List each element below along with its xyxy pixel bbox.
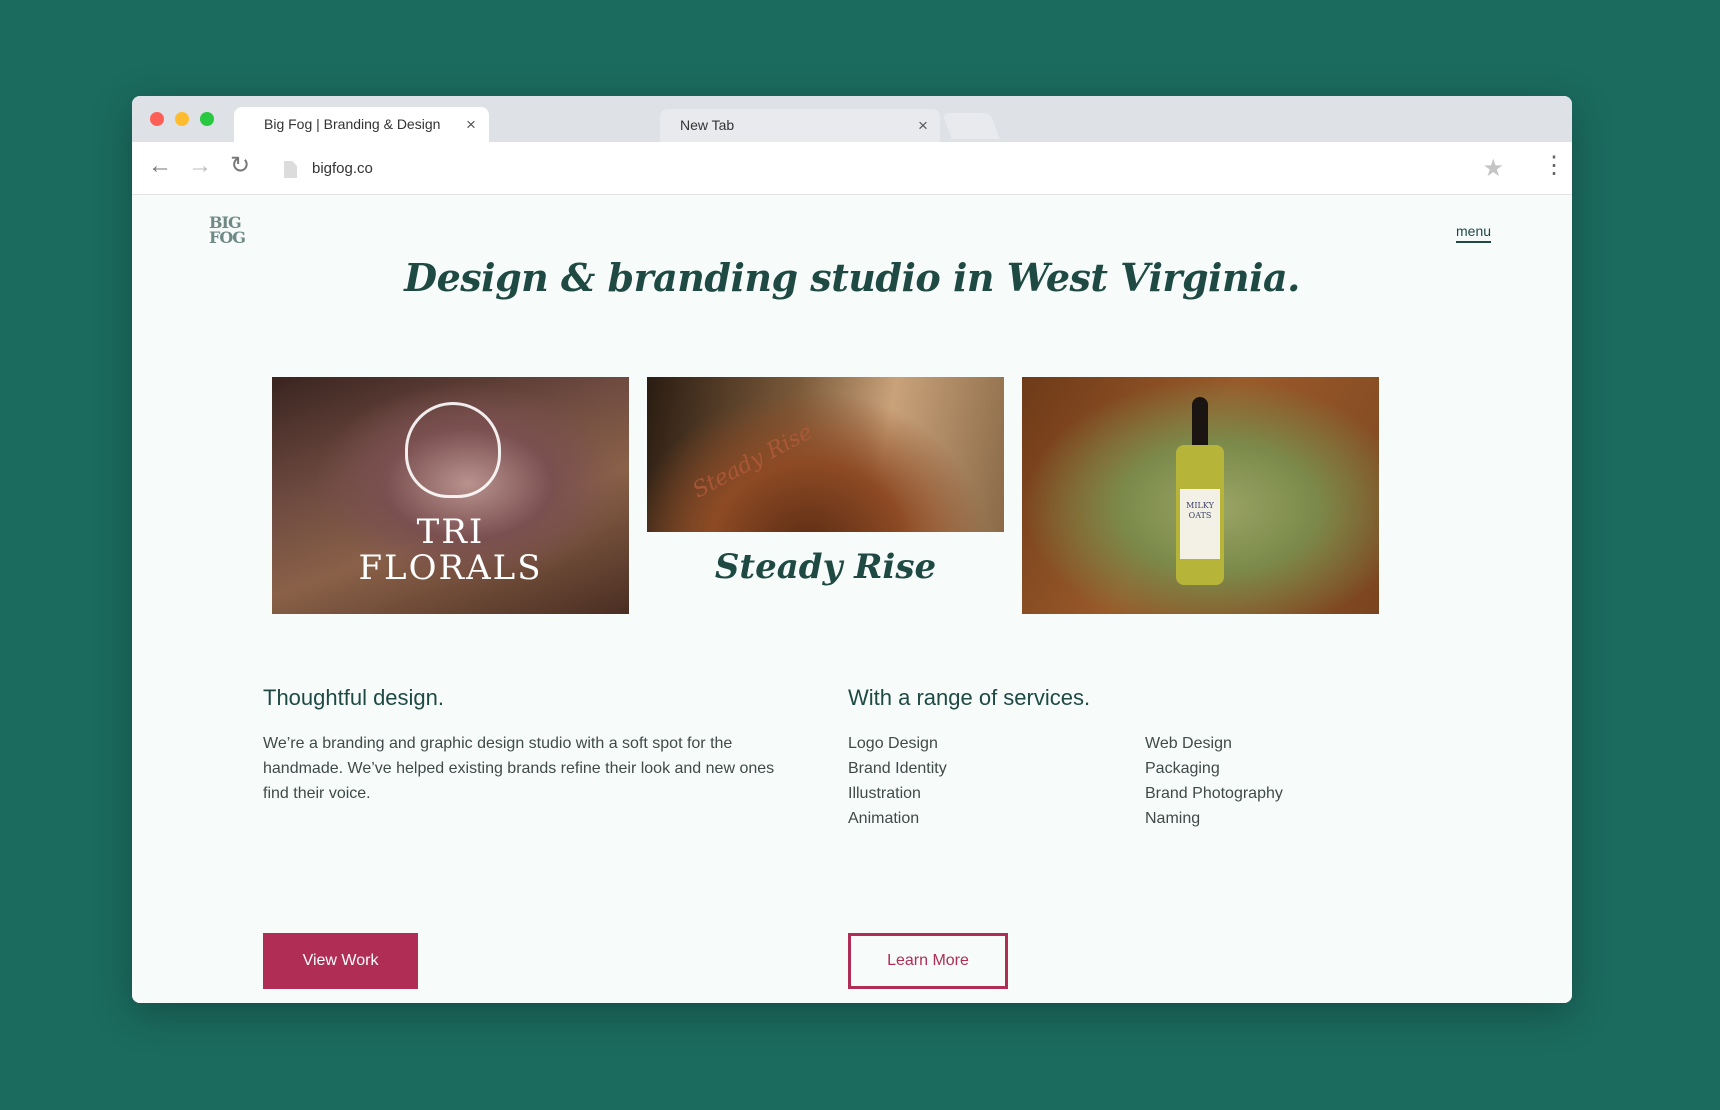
list-item: Illustration bbox=[848, 785, 921, 802]
bottle-label: MILKY OATS bbox=[1180, 489, 1220, 559]
maximize-window-button[interactable] bbox=[200, 112, 214, 126]
browser-toolbar: ← → ↻ bigfog.co ★ ⋮ bbox=[132, 142, 1572, 195]
tab-big-fog[interactable]: Big Fog | Branding & Design Agency × bbox=[234, 107, 489, 167]
menu-link[interactable]: menu bbox=[1456, 223, 1492, 243]
address-bar[interactable]: bigfog.co ★ bbox=[272, 150, 1514, 186]
kebab-menu-icon[interactable]: ⋮ bbox=[1542, 154, 1566, 178]
forward-arrow-icon[interactable]: → bbox=[188, 153, 212, 179]
list-item: Brand Identity bbox=[848, 760, 947, 777]
learn-more-button[interactable]: Learn More bbox=[848, 933, 1008, 989]
url-text: bigfog.co bbox=[312, 160, 373, 177]
project-card-milky-oats[interactable]: MILKY OATS bbox=[1022, 377, 1379, 614]
list-item: Animation bbox=[848, 810, 920, 827]
list-item: Naming bbox=[1145, 810, 1201, 827]
close-tab-icon[interactable]: × bbox=[466, 107, 476, 142]
about-text: We’re a branding and graphic design stud… bbox=[263, 735, 775, 802]
view-work-button[interactable]: View Work bbox=[263, 933, 418, 989]
reload-icon[interactable]: ↻ bbox=[230, 153, 250, 179]
tab-title: New Tab bbox=[680, 117, 735, 133]
list-item: Brand Photography bbox=[1145, 785, 1283, 802]
tab-strip: Big Fog | Branding & Design Agency × New… bbox=[132, 96, 1572, 167]
dropper bbox=[1192, 397, 1208, 447]
minimize-window-button[interactable] bbox=[175, 112, 189, 126]
services-heading: With a range of services. bbox=[848, 685, 1091, 710]
list-item: Web Design bbox=[1145, 735, 1232, 752]
list-item: Packaging bbox=[1145, 760, 1220, 777]
card-overlay-text: Steady Rise bbox=[688, 419, 817, 504]
new-tab-button[interactable] bbox=[942, 113, 1000, 139]
project-card-steady-rise[interactable]: Steady Rise bbox=[647, 377, 1004, 532]
close-tab-icon[interactable]: × bbox=[918, 109, 928, 142]
about-heading: Thoughtful design. bbox=[263, 685, 445, 710]
tab-new-tab[interactable]: New Tab × bbox=[660, 109, 940, 142]
bookmark-star-icon[interactable]: ★ bbox=[1482, 154, 1504, 183]
floral-emblem-icon bbox=[405, 402, 501, 498]
steady-rise-caption: Steady Rise bbox=[714, 547, 937, 587]
project-card-tri-florals[interactable]: TRI FLORALS bbox=[272, 377, 629, 614]
back-arrow-icon[interactable]: ← bbox=[148, 153, 172, 179]
web-page: BIG FOG menu Design & branding studio in … bbox=[132, 195, 1572, 1003]
browser-window: Big Fog | Branding & Design Agency × New… bbox=[132, 96, 1572, 1003]
card-title: TRI FLORALS bbox=[358, 512, 543, 588]
list-item: Logo Design bbox=[848, 735, 938, 752]
close-window-button[interactable] bbox=[150, 112, 164, 126]
page-headline: Design & branding studio in West Virgini… bbox=[404, 255, 1300, 300]
services-list-left: Logo Design Brand Identity Illustration … bbox=[848, 731, 947, 831]
page-icon bbox=[284, 161, 297, 178]
site-logo[interactable]: BIG FOG bbox=[209, 215, 247, 251]
services-list-right: Web Design Packaging Brand Photography N… bbox=[1145, 731, 1283, 831]
bottle-image: MILKY OATS bbox=[1170, 397, 1230, 587]
